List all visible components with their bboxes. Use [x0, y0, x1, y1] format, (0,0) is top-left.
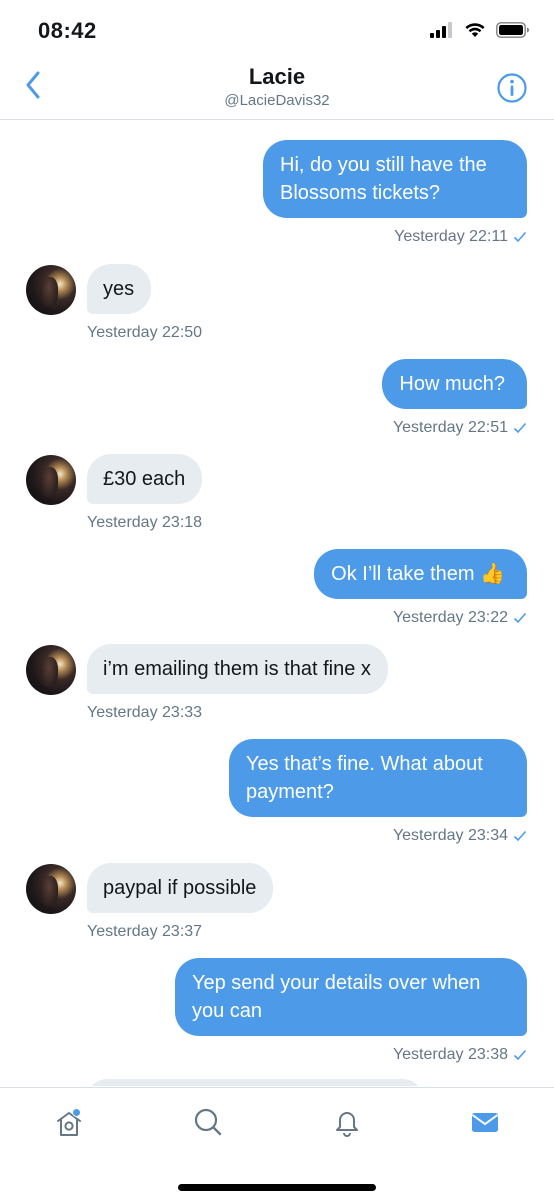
search-icon: [192, 1106, 224, 1143]
tab-bar: [0, 1087, 554, 1200]
message-bubble[interactable]: yes: [87, 264, 152, 314]
message-timestamp: Yesterday 23:22: [392, 609, 508, 626]
status-bar: 08:42: [0, 0, 554, 56]
tab-notifications[interactable]: [327, 1104, 367, 1144]
info-icon: [496, 73, 528, 108]
read-check-icon: [513, 611, 527, 625]
bell-icon: [331, 1106, 363, 1143]
message-meta: Yesterday 22:51: [382, 419, 527, 437]
tab-search[interactable]: [188, 1104, 228, 1144]
message-meta: Yesterday 22:11: [263, 228, 527, 246]
message-bubble[interactable]: Yep send your details over when you can: [175, 958, 527, 1036]
battery-icon: [496, 22, 530, 43]
message-timestamp: Yesterday 23:18: [87, 514, 203, 531]
contact-name: Lacie: [248, 64, 306, 89]
info-button[interactable]: [496, 72, 528, 104]
message-incoming: i’m emailing them is that fine x Yesterd…: [26, 644, 388, 722]
message-timestamp: Yesterday 23:38: [392, 1046, 508, 1063]
message-bubble[interactable]: Yes that’s fine. What about payment?: [229, 739, 527, 817]
message-incoming: £30 each Yesterday 23:18: [26, 454, 203, 532]
message-incoming: paypal if possible Yesterday 23:37: [26, 863, 274, 941]
message-outgoing: How much? Yesterday 22:51: [382, 359, 527, 437]
message-meta: Yesterday 23:22: [314, 609, 527, 627]
contact-handle: @LacieDavis32: [224, 92, 330, 109]
message-bubble[interactable]: paypal if possible: [87, 863, 274, 913]
notification-dot: [72, 1108, 81, 1117]
avatar[interactable]: [26, 645, 76, 695]
message-timestamp: Yesterday 23:34: [392, 827, 508, 844]
message-bubble[interactable]: i’m emailing them is that fine x: [87, 644, 388, 694]
avatar[interactable]: [26, 864, 76, 914]
signal-icon: [430, 22, 454, 43]
message-outgoing: Yep send your details over when you can …: [175, 958, 527, 1064]
message-bubble-partial[interactable]: [87, 1079, 423, 1086]
message-meta: Yesterday 23:34: [229, 827, 527, 845]
conversation-header: Lacie @LacieDavis32: [0, 56, 554, 120]
message-outgoing: Yes that’s fine. What about payment? Yes…: [229, 739, 527, 845]
avatar[interactable]: [26, 455, 76, 505]
header-title-block[interactable]: Lacie @LacieDavis32: [0, 64, 554, 111]
message-bubble[interactable]: Ok I’ll take them 👍: [314, 549, 527, 599]
message-outgoing: Ok I’ll take them 👍 Yesterday 23:22: [314, 549, 527, 627]
message-incoming: yes Yesterday 22:50: [26, 264, 202, 342]
message-bubble[interactable]: £30 each: [87, 454, 203, 504]
read-check-icon: [513, 1048, 527, 1062]
message-thread[interactable]: Hi, do you still have the Blossoms ticke…: [0, 121, 554, 1086]
message-bubble[interactable]: How much?: [382, 359, 527, 409]
message-outgoing: Hi, do you still have the Blossoms ticke…: [263, 140, 527, 246]
avatar[interactable]: [26, 265, 76, 315]
message-timestamp: Yesterday 23:37: [87, 923, 203, 940]
home-icon: [53, 1108, 85, 1140]
home-indicator[interactable]: [178, 1184, 376, 1191]
status-time: 08:42: [38, 18, 97, 43]
status-icons: [430, 22, 530, 43]
wifi-icon: [464, 22, 486, 43]
tab-home[interactable]: [49, 1104, 89, 1144]
message-timestamp: Yesterday 22:51: [392, 419, 508, 436]
tab-messages[interactable]: [465, 1104, 505, 1144]
message-timestamp: Yesterday 23:33: [87, 704, 203, 721]
message-meta: Yesterday 23:38: [175, 1046, 527, 1064]
read-check-icon: [513, 421, 527, 435]
message-timestamp: Yesterday 22:11: [394, 228, 508, 245]
message-timestamp: Yesterday 22:50: [87, 324, 203, 341]
message-bubble[interactable]: Hi, do you still have the Blossoms ticke…: [263, 140, 527, 218]
mail-icon: [469, 1106, 501, 1143]
read-check-icon: [513, 829, 527, 843]
read-check-icon: [513, 230, 527, 244]
